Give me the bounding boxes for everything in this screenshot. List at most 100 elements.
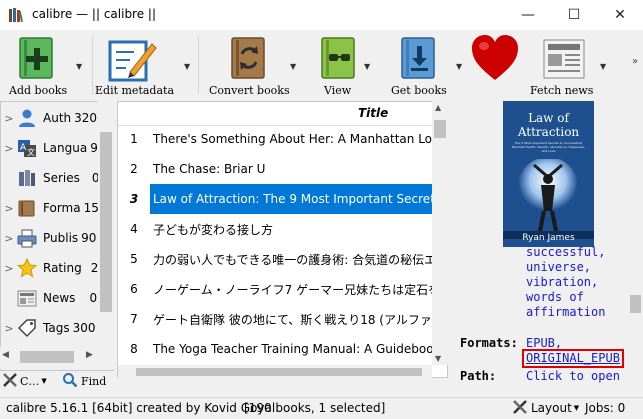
close-button[interactable]: ✕ xyxy=(597,0,643,30)
formats-label: Formats: xyxy=(460,336,518,350)
chevron-right-icon[interactable]: > xyxy=(1,112,17,125)
chevron-down-icon[interactable]: ▼ xyxy=(76,62,82,71)
path-open-link[interactable]: Click to open xyxy=(526,369,620,384)
get-books-button[interactable]: Get books ▼ xyxy=(384,30,470,98)
tag-browser-item-formats[interactable]: > Forma 15 xyxy=(1,194,101,222)
view-book-icon xyxy=(320,36,356,83)
tag-link[interactable]: universe, xyxy=(526,260,605,275)
tag-browser-item-authors[interactable]: > Auth 320 xyxy=(1,104,101,132)
jobs-indicator[interactable]: Jobs: 0 xyxy=(585,401,625,415)
scroll-right-arrow[interactable]: ▶ xyxy=(86,350,93,360)
tag-link[interactable]: affirmation xyxy=(526,305,605,320)
configure-label: C… xyxy=(20,374,40,388)
chevron-down-icon: ▼ xyxy=(41,377,47,385)
tag-browser-item-rating[interactable]: > Rating 2 xyxy=(1,254,101,282)
chevron-right-icon[interactable]: > xyxy=(1,322,17,335)
format-original-epub-link[interactable]: ORIGINAL_EPUB xyxy=(522,349,624,368)
column-header-title[interactable]: Title xyxy=(358,106,388,120)
book-list-vertical-scrollbar[interactable] xyxy=(432,101,448,365)
close-icon: ✕ xyxy=(614,7,626,23)
table-row[interactable]: 4 子どもが変わる接し方 xyxy=(118,214,432,244)
tag-icon xyxy=(17,318,39,338)
chevron-right-icon[interactable]: > xyxy=(1,262,17,275)
view-button[interactable]: View ▼ xyxy=(312,30,372,98)
convert-books-button[interactable]: Convert books ▼ xyxy=(202,30,300,98)
table-row[interactable]: 2 The Chase: Briar U xyxy=(118,154,432,184)
chevron-down-icon: ▼ xyxy=(573,404,580,412)
tag-browser-label: Series xyxy=(43,171,80,185)
minimize-icon: — xyxy=(521,7,535,23)
tag-browser-item-languages[interactable]: > A文 Langua 9 xyxy=(1,134,101,162)
title-bar: calibre — || calibre || — ☐ ✕ xyxy=(0,0,643,30)
edit-metadata-button[interactable]: Edit metadata ▼ xyxy=(94,30,194,98)
cover-subtitle: The 9 Most Important Secrets to Successf… xyxy=(511,141,586,153)
news-icon xyxy=(17,288,39,308)
layout-label: Layout xyxy=(531,401,572,415)
find-button[interactable]: Find xyxy=(62,372,106,390)
maximize-icon: ☐ xyxy=(567,7,581,23)
get-books-label: Get books xyxy=(391,84,447,97)
tag-browser-label: Langua xyxy=(43,141,88,155)
user-icon xyxy=(17,108,39,128)
scrollbar-thumb[interactable] xyxy=(20,351,74,363)
search-icon xyxy=(62,372,78,391)
tag-browser-item-news[interactable]: News 0 xyxy=(1,284,101,312)
layout-tools-icon xyxy=(512,399,528,418)
tag-browser-label: Publis xyxy=(43,231,79,245)
scrollbar-thumb[interactable] xyxy=(136,368,422,376)
scroll-left-arrow[interactable]: ◀ xyxy=(2,350,9,360)
table-row-selected[interactable]: 3 Law of Attraction: The 9 Most Important… xyxy=(118,184,432,214)
book-cover[interactable]: Law of Attraction The 9 Most Important S… xyxy=(503,101,594,247)
status-version-text: calibre 5.16.1 [64bit] created by Kovid … xyxy=(6,401,276,415)
table-row[interactable]: 5 力の弱い人でもできる唯一の護身術: 合気道の秘伝エッセ xyxy=(118,244,432,274)
book-icon xyxy=(17,198,39,218)
printer-icon xyxy=(17,228,39,248)
maximize-button[interactable]: ☐ xyxy=(551,0,597,30)
scrollbar-thumb[interactable] xyxy=(630,295,641,313)
tag-browser-label: Rating xyxy=(43,261,82,275)
toolbar-overflow-button[interactable]: » xyxy=(632,56,638,67)
tag-browser-count: 320 xyxy=(74,111,98,125)
cover-title: Law of Attraction xyxy=(517,111,580,139)
tag-browser-item-series[interactable]: Series 0 xyxy=(1,164,101,192)
add-books-button[interactable]: Add books ▼ xyxy=(0,30,94,98)
scroll-up-arrow[interactable]: ▲ xyxy=(435,103,441,112)
tag-browser-item-publishers[interactable]: > Publis 90 xyxy=(1,224,101,252)
layout-button[interactable]: Layout ▼ xyxy=(512,399,579,417)
scrollbar-thumb[interactable] xyxy=(434,120,446,138)
chevron-down-icon[interactable]: ▼ xyxy=(456,62,462,71)
book-list: Title 1 There's Something About Her: A Ma… xyxy=(117,101,448,378)
tag-browser-label: Auth xyxy=(43,111,72,125)
fetch-news-button[interactable]: Fetch news ▼ xyxy=(528,30,628,98)
configure-tag-browser-button[interactable]: C… ▼ xyxy=(2,372,47,390)
toolbar-separator xyxy=(198,36,199,94)
scroll-down-arrow[interactable]: ▼ xyxy=(435,354,441,363)
chevron-down-icon[interactable]: ▼ xyxy=(184,62,190,71)
tag-link[interactable]: vibration, xyxy=(526,275,605,290)
table-row[interactable]: 8 The Yoga Teacher Training Manual: A Gui… xyxy=(118,334,432,364)
convert-books-icon xyxy=(230,36,266,83)
table-row[interactable]: 6ノーゲーム・ノーライフ7 ゲーマー兄妹たちは定石を覆すそうで xyxy=(118,274,432,304)
chevron-right-icon[interactable]: > xyxy=(1,232,17,245)
tag-browser-item-tags[interactable]: > Tags 300 xyxy=(1,314,101,342)
calibre-app-icon xyxy=(8,7,24,23)
edit-metadata-label: Edit metadata xyxy=(95,84,175,97)
chevron-down-icon[interactable]: ▼ xyxy=(600,62,606,71)
chevron-down-icon[interactable]: ▼ xyxy=(364,62,370,71)
tag-browser-label: Tags xyxy=(43,321,70,335)
chevron-right-icon[interactable]: > xyxy=(1,142,17,155)
minimize-button[interactable]: — xyxy=(505,0,551,30)
table-row[interactable]: 7ゲート自衛隊 彼の地にて、斯く戦えり18 (アルファポリスCO xyxy=(118,304,432,334)
donate-button[interactable] xyxy=(470,30,520,98)
languages-icon: A文 xyxy=(17,138,39,158)
svg-text:A: A xyxy=(20,143,27,153)
tag-link[interactable]: words of xyxy=(526,290,605,305)
chevron-down-icon[interactable]: ▼ xyxy=(290,62,296,71)
table-row[interactable]: 1 There's Something About Her: A Manhatta… xyxy=(118,124,432,154)
details-vertical-scrollbar[interactable] xyxy=(628,101,643,391)
newspaper-icon xyxy=(542,36,588,83)
add-book-icon xyxy=(18,36,54,83)
scrollbar-thumb[interactable] xyxy=(100,132,112,312)
chevron-right-icon[interactable]: > xyxy=(1,202,17,215)
tag-link[interactable]: successful, xyxy=(526,245,605,260)
